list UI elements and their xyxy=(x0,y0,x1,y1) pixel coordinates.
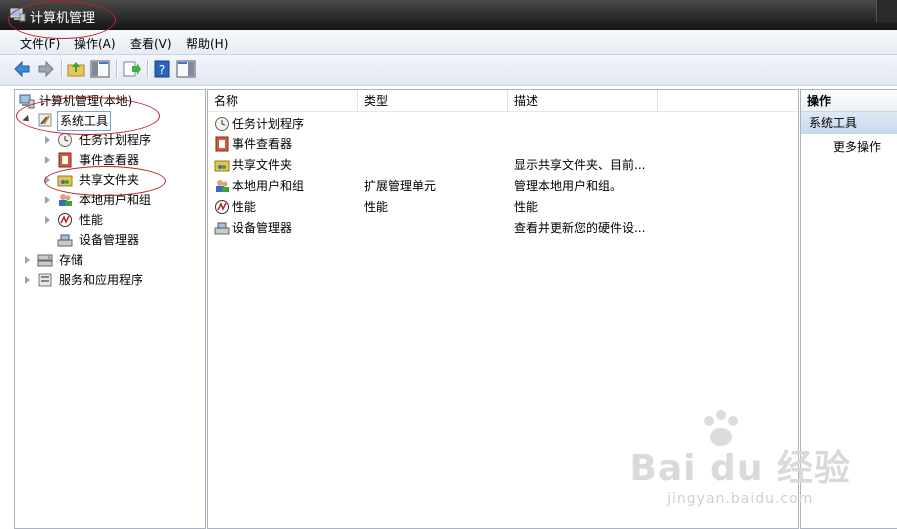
tree-label-local-users-groups: 本地用户和组 xyxy=(79,193,152,207)
menu-action[interactable]: 操作(A) xyxy=(74,35,116,52)
cell-name: 事件查看器 xyxy=(232,137,293,151)
services-icon xyxy=(38,273,52,287)
cell-type: 性能 xyxy=(364,200,389,214)
up-folder-icon[interactable] xyxy=(66,59,86,79)
cell-name: 共享文件夹 xyxy=(232,158,293,172)
tree-label-shared-folders: 共享文件夹 xyxy=(79,173,140,187)
performance-icon xyxy=(215,200,229,214)
tree-label-system-tools: 系统工具 xyxy=(57,111,112,131)
list-row[interactable]: 本地用户和组 扩展管理单元 管理本地用户和组。 xyxy=(208,176,798,196)
list-row[interactable]: 共享文件夹 显示共享文件夹、目前... xyxy=(208,155,798,175)
menu-file[interactable]: 文件(F) xyxy=(20,35,60,52)
shared-folder-icon xyxy=(214,160,230,172)
toolbar: ? xyxy=(0,55,897,86)
event-viewer-icon xyxy=(215,136,229,152)
column-header-type[interactable]: 类型 xyxy=(358,90,508,112)
menu-bar: 文件(F) 操作(A) 查看(V) 帮助(H) xyxy=(0,30,897,55)
collapsed-arrow-icon[interactable] xyxy=(45,196,50,204)
tree-label-event-viewer: 事件查看器 xyxy=(79,153,140,167)
computer-management-icon xyxy=(19,94,35,109)
collapsed-arrow-icon[interactable] xyxy=(45,136,50,144)
menu-help[interactable]: 帮助(H) xyxy=(186,35,228,52)
tree-label-storage: 存储 xyxy=(59,253,84,267)
paw-logo-icon xyxy=(704,410,739,446)
device-manager-icon xyxy=(214,222,230,235)
cell-description: 查看并更新您的硬件设... xyxy=(514,221,646,235)
more-actions-link[interactable]: 更多操作 xyxy=(833,138,881,155)
export-list-icon[interactable] xyxy=(122,59,142,79)
expanded-arrow-icon[interactable] xyxy=(22,114,32,125)
computer-management-icon xyxy=(10,8,26,22)
list-row[interactable]: 任务计划程序 xyxy=(208,114,798,134)
tree-label-device-manager: 设备管理器 xyxy=(79,233,140,247)
collapsed-arrow-icon[interactable] xyxy=(45,156,50,164)
cell-description: 显示共享文件夹、目前... xyxy=(514,158,646,172)
users-icon xyxy=(59,194,72,206)
system-tools-icon xyxy=(38,113,52,127)
toolbar-separator xyxy=(147,60,149,78)
cell-type: 扩展管理单元 xyxy=(364,179,437,193)
cell-description: 性能 xyxy=(514,200,539,214)
cell-name: 性能 xyxy=(232,200,257,214)
cell-description: 管理本地用户和组。 xyxy=(514,179,623,193)
performance-icon xyxy=(58,213,72,227)
action-pane-header: 操作 xyxy=(801,90,897,112)
svg-text:?: ? xyxy=(159,63,165,77)
window-title: 计算机管理 xyxy=(30,11,96,26)
title-bar: 计算机管理 xyxy=(0,0,897,30)
tree-label-performance: 性能 xyxy=(79,213,104,227)
show-hide-action-pane-icon[interactable] xyxy=(176,59,196,79)
collapsed-arrow-icon[interactable] xyxy=(45,176,50,184)
tree-label-services-applications: 服务和应用程序 xyxy=(59,273,144,287)
action-section-system-tools[interactable]: 系统工具 xyxy=(801,112,897,134)
back-arrow-icon[interactable] xyxy=(12,59,32,79)
clock-icon xyxy=(58,133,72,147)
list-row[interactable]: 设备管理器 查看并更新您的硬件设... xyxy=(208,218,798,238)
list-row[interactable]: 性能 性能 性能 xyxy=(208,197,798,217)
list-row[interactable]: 事件查看器 xyxy=(208,134,798,154)
cell-name: 设备管理器 xyxy=(232,221,293,235)
device-manager-icon xyxy=(57,234,73,247)
toolbar-separator xyxy=(116,60,118,78)
menu-view[interactable]: 查看(V) xyxy=(130,35,172,52)
cell-name: 本地用户和组 xyxy=(232,179,305,193)
close-button[interactable] xyxy=(876,0,897,22)
shared-folder-icon xyxy=(57,175,73,187)
show-hide-tree-icon[interactable] xyxy=(90,59,110,79)
watermark: Bai du 经验 jingyan.baidu.com xyxy=(629,410,851,507)
watermark-url: jingyan.baidu.com xyxy=(667,491,814,507)
navigation-tree: 计算机管理(本地) 系统工具 任务计划程序 事件查看器 共享文件夹 本地用户和组… xyxy=(14,89,206,529)
column-header-description[interactable]: 描述 xyxy=(508,90,658,112)
tree-label-task-scheduler: 任务计划程序 xyxy=(79,133,152,147)
collapsed-arrow-icon[interactable] xyxy=(25,276,30,284)
tree-label-root: 计算机管理(本地) xyxy=(39,94,133,108)
column-header-empty xyxy=(658,90,798,112)
clock-icon xyxy=(215,117,229,131)
collapsed-arrow-icon[interactable] xyxy=(45,216,50,224)
collapsed-arrow-icon[interactable] xyxy=(25,256,30,264)
storage-icon xyxy=(37,254,53,267)
users-icon xyxy=(216,180,229,192)
event-viewer-icon xyxy=(58,152,72,168)
cell-name: 任务计划程序 xyxy=(232,117,305,131)
forward-arrow-icon[interactable] xyxy=(36,59,56,79)
help-icon[interactable]: ? xyxy=(152,59,172,79)
toolbar-separator xyxy=(61,60,63,78)
tree-item-system-tools[interactable]: 系统工具 xyxy=(19,111,199,131)
column-header-name[interactable]: 名称 xyxy=(208,90,358,112)
